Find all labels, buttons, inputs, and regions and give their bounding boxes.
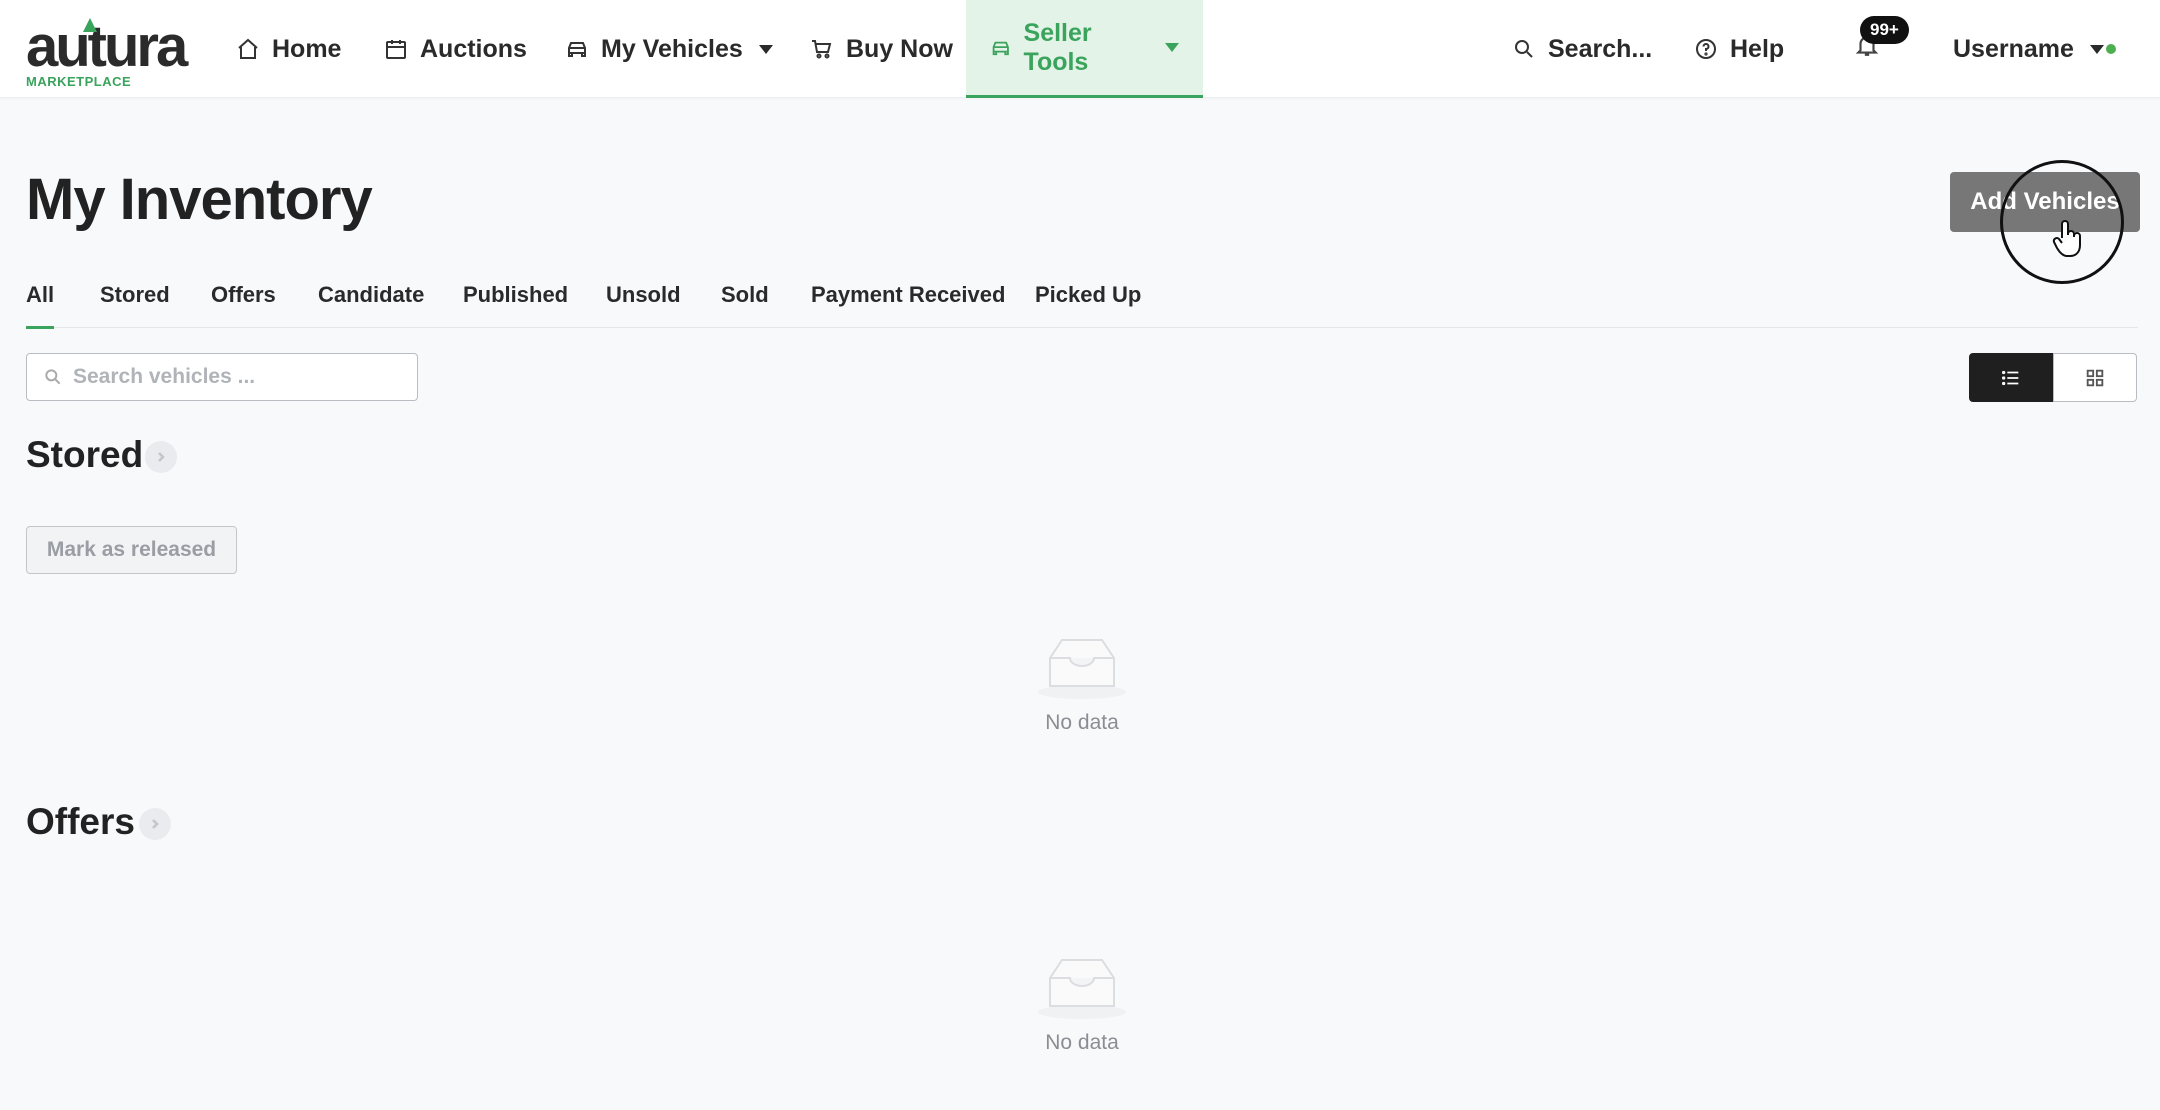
autura-logo[interactable]: autura MARKETPLACE xyxy=(26,14,188,89)
no-data-label: No data xyxy=(1045,1031,1119,1054)
nav-auctions[interactable]: Auctions xyxy=(384,0,527,98)
vehicle-search xyxy=(26,353,418,401)
stored-empty-state: No data xyxy=(1002,636,1162,735)
list-icon xyxy=(2002,370,2019,385)
no-data-label: No data xyxy=(1045,711,1119,734)
online-status-indicator xyxy=(2106,44,2116,54)
nav-auctions-label: Auctions xyxy=(420,34,527,63)
global-search-label: Search... xyxy=(1548,34,1653,63)
tab-stored[interactable]: Stored xyxy=(100,282,170,326)
empty-inbox-icon xyxy=(1038,959,1126,1019)
nav-home-label: Home xyxy=(272,34,342,63)
tab-all[interactable]: All xyxy=(26,282,55,329)
empty-inbox-icon xyxy=(1038,639,1126,699)
tab-unsold[interactable]: Unsold xyxy=(606,282,681,326)
car-icon xyxy=(568,42,586,57)
notifications-badge: 99+ xyxy=(1860,16,1909,44)
logo-accent-icon xyxy=(83,18,97,32)
tab-candidate[interactable]: Candidate xyxy=(318,282,424,326)
tab-payment-received[interactable]: Payment Received xyxy=(811,282,1005,326)
tab-sold[interactable]: Sold xyxy=(721,282,769,326)
nav-my-vehicles-label: My Vehicles xyxy=(601,34,743,63)
user-menu[interactable]: Username xyxy=(1953,0,2104,98)
list-view-button[interactable] xyxy=(1969,353,2053,402)
chevron-right-icon xyxy=(152,819,159,829)
nav-help[interactable]: Help xyxy=(1694,0,1784,98)
car-icon xyxy=(992,41,1009,55)
chevron-down-icon xyxy=(1165,43,1179,52)
nav-seller-tools[interactable]: Seller Tools xyxy=(966,0,1203,98)
nav-home[interactable]: Home xyxy=(236,0,341,98)
logo-subtitle: MARKETPLACE xyxy=(26,74,132,89)
tab-published[interactable]: Published xyxy=(463,282,568,326)
search-icon xyxy=(1515,40,1533,58)
chevron-down-icon xyxy=(2089,44,2104,54)
stored-section-title: Stored xyxy=(26,434,144,475)
offers-section-expand[interactable] xyxy=(139,808,171,840)
cart-icon xyxy=(812,40,832,59)
logo-wordmark: autura xyxy=(26,14,188,79)
offers-empty-state: No data xyxy=(1002,956,1162,1055)
nav-buy-now[interactable]: Buy Now xyxy=(810,0,953,98)
stored-section-expand[interactable] xyxy=(145,441,177,473)
search-vehicles-input[interactable] xyxy=(73,365,403,389)
nav-buy-now-label: Buy Now xyxy=(846,34,953,63)
grid-view-button[interactable] xyxy=(2053,353,2137,402)
mark-as-released-button[interactable]: Mark as released xyxy=(26,526,237,574)
grid-icon xyxy=(2086,369,2104,386)
help-icon xyxy=(1696,39,1716,59)
search-icon xyxy=(45,369,61,385)
page-title: My Inventory xyxy=(26,167,373,232)
nav-my-vehicles[interactable]: My Vehicles xyxy=(565,0,773,98)
offers-section-title: Offers xyxy=(26,801,135,842)
nav-seller-tools-label: Seller Tools xyxy=(1023,18,1092,76)
username-label: Username xyxy=(1953,34,2074,63)
chevron-down-icon xyxy=(758,44,773,54)
global-search[interactable]: Search... xyxy=(1512,0,1652,98)
chevron-right-icon xyxy=(158,452,165,462)
add-vehicles-button[interactable]: Add Vehicles xyxy=(1950,172,2140,232)
tab-picked-up[interactable]: Picked Up xyxy=(1035,282,1141,326)
inventory-tabs: All Stored Offers Candidate Published Un… xyxy=(26,276,2138,329)
top-navigation: autura MARKETPLACE Home Auctions My Vehi… xyxy=(0,0,2160,98)
tab-offers[interactable]: Offers xyxy=(211,282,276,326)
calendar-icon xyxy=(386,40,406,59)
home-icon xyxy=(238,38,258,59)
nav-help-label: Help xyxy=(1730,34,1785,63)
